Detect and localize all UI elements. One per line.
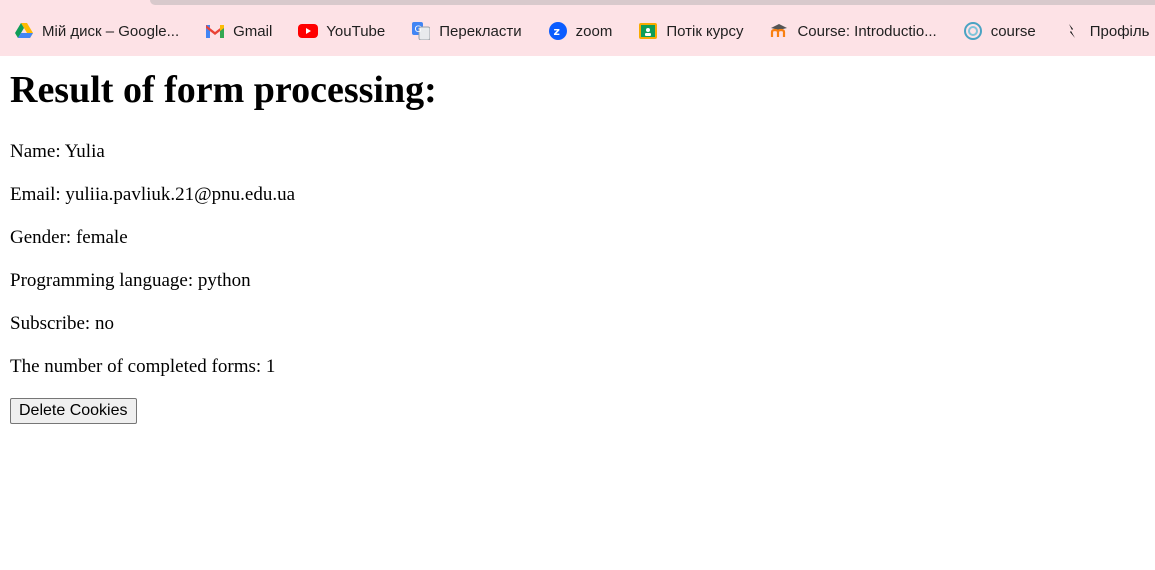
completed-forms-count: The number of completed forms: 1 — [10, 356, 276, 377]
bookmarks-bar: Мій диск – Google... Gmail YouTube G Пер… — [0, 6, 1155, 56]
bookmark-label: Перекласти — [439, 22, 522, 40]
delete-cookies-button[interactable]: Delete Cookies — [10, 398, 137, 424]
bookmark-profile[interactable]: Профіль — [1048, 15, 1155, 47]
bookmark-gmail[interactable]: Gmail — [191, 15, 282, 47]
result-email: Email: yuliia.pavliuk.21@pnu.edu.ua — [10, 184, 296, 205]
svg-text:G: G — [415, 25, 422, 35]
google-translate-icon: G — [411, 21, 431, 41]
bookmark-google-drive[interactable]: Мій диск – Google... — [0, 15, 189, 47]
bookmark-label: course — [990, 22, 1036, 40]
bookmark-translate[interactable]: G Перекласти — [397, 15, 531, 47]
google-classroom-icon — [638, 21, 658, 41]
result-name: Name: Yulia — [10, 141, 105, 162]
google-drive-icon — [14, 21, 34, 41]
youtube-icon — [298, 21, 319, 41]
svg-text:z: z — [553, 25, 559, 38]
page-title: Result of form processing: — [10, 69, 437, 111]
zoom-icon: z — [548, 21, 568, 41]
result-subscribe: Subscribe: no — [10, 313, 114, 334]
result-programming-language: Programming language: python — [10, 270, 251, 291]
bookmark-zoom[interactable]: z zoom — [534, 15, 623, 47]
bookmark-label: Course: Introductio... — [797, 22, 937, 40]
gmail-icon — [205, 21, 225, 41]
course-site-icon — [963, 21, 983, 41]
bookmark-moodle-course[interactable]: Course: Introductio... — [755, 15, 946, 47]
bookmark-label: Мій диск – Google... — [42, 22, 180, 40]
bookmark-youtube[interactable]: YouTube — [284, 15, 395, 47]
bookmark-course[interactable]: course — [949, 15, 1046, 47]
result-gender: Gender: female — [10, 227, 128, 248]
active-tab-edge — [150, 0, 1155, 5]
bookmark-label: zoom — [575, 22, 613, 40]
bookmark-label: Потік курсу — [666, 22, 744, 40]
bookmark-classroom[interactable]: Потік курсу — [624, 15, 753, 47]
page-content: Result of form processing: Name: Yulia E… — [10, 56, 1155, 424]
bookmark-label: Профіль — [1089, 22, 1150, 40]
bookmark-label: YouTube — [326, 22, 386, 40]
moodle-icon — [769, 21, 789, 41]
profile-icon — [1062, 21, 1082, 41]
bookmark-label: Gmail — [233, 22, 273, 40]
